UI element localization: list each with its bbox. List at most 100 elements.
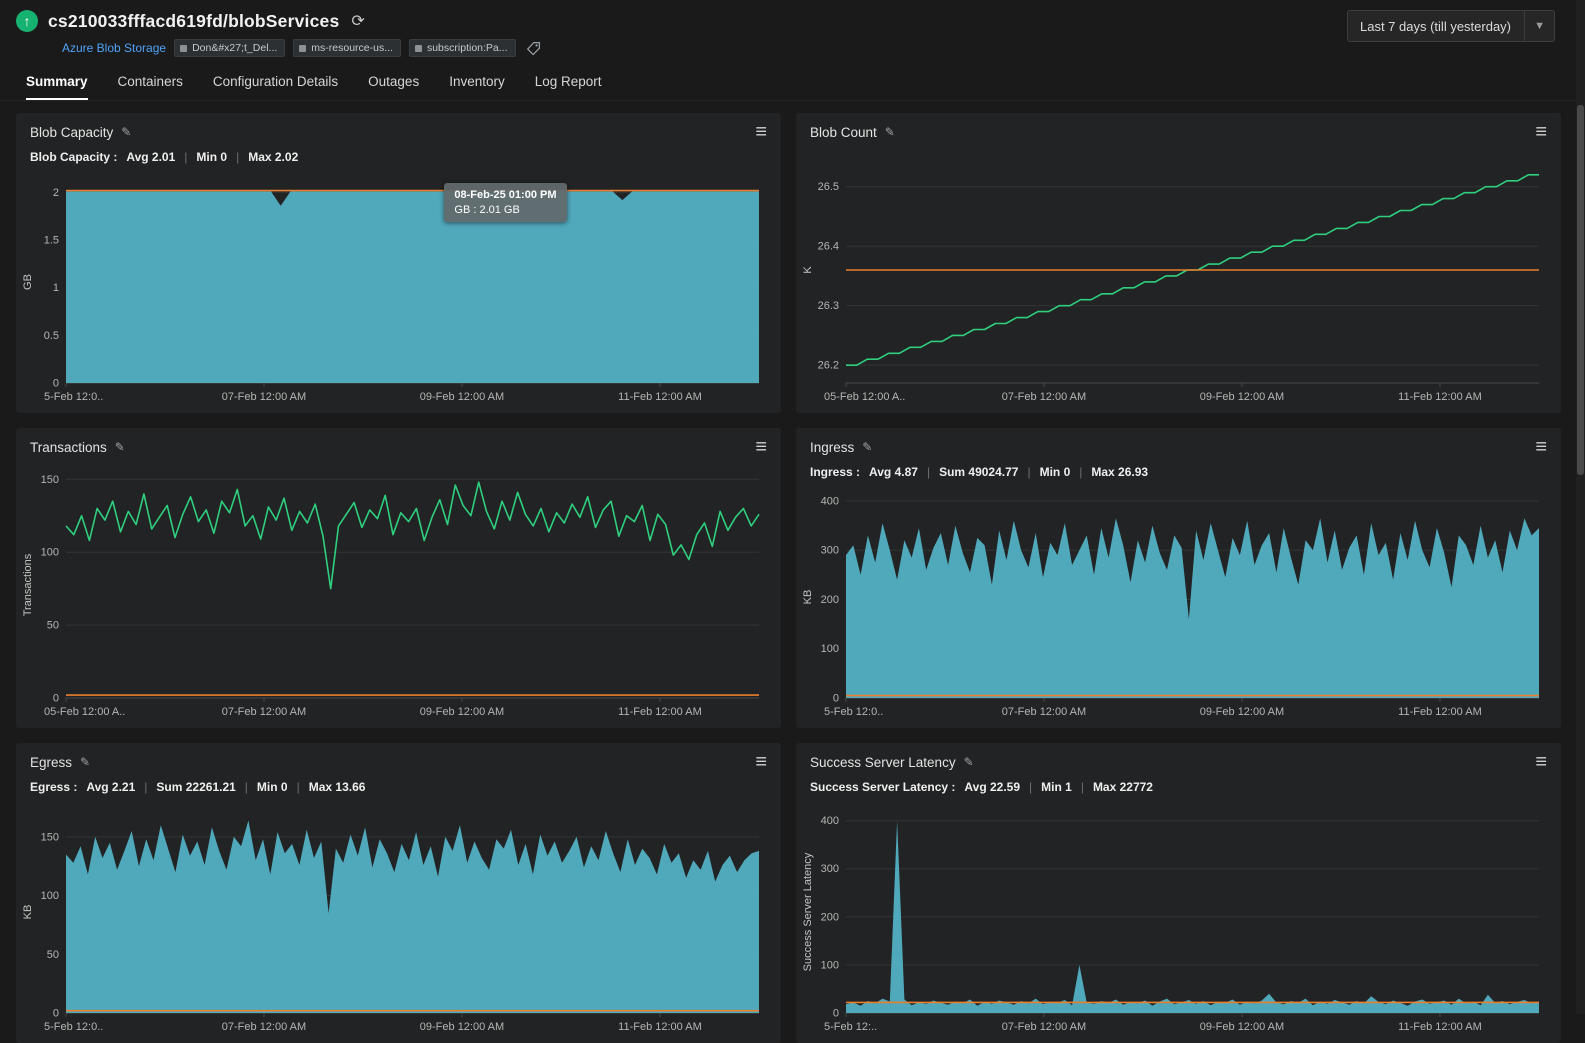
svg-text:0.5: 0.5: [44, 330, 59, 342]
blob-count-chart[interactable]: 26.226.326.426.505-Feb 12:00 A..07-Feb 1…: [800, 147, 1551, 409]
svg-text:26.2: 26.2: [818, 360, 839, 372]
monitor-up-status-icon: ↑: [16, 10, 38, 32]
panel-title: Blob Count: [810, 125, 877, 140]
tab-log-report[interactable]: Log Report: [535, 74, 602, 100]
svg-text:0: 0: [833, 693, 839, 705]
chart-menu-icon[interactable]: ≡: [1535, 439, 1547, 455]
tag-chip[interactable]: subscription:Pa...: [409, 39, 516, 57]
monitor-type-link[interactable]: Azure Blob Storage: [62, 41, 166, 55]
svg-text:5-Feb 12:..: 5-Feb 12:..: [824, 1021, 877, 1033]
svg-text:09-Feb 12:00 AM: 09-Feb 12:00 AM: [420, 391, 504, 403]
svg-text:07-Feb 12:00 AM: 07-Feb 12:00 AM: [222, 391, 306, 403]
svg-text:K: K: [802, 266, 814, 274]
page-title: cs210033fffacd619fd/blobServices: [48, 11, 339, 32]
refresh-icon[interactable]: ⟳: [351, 11, 364, 31]
svg-text:07-Feb 12:00 AM: 07-Feb 12:00 AM: [222, 706, 306, 718]
svg-text:Transactions: Transactions: [22, 553, 34, 616]
egress-chart[interactable]: 0501001505-Feb 12:0..07-Feb 12:00 AM09-F…: [20, 801, 771, 1039]
svg-text:KB: KB: [802, 590, 814, 605]
svg-text:KB: KB: [22, 905, 34, 920]
success-server-latency-chart[interactable]: 01002003004005-Feb 12:..07-Feb 12:00 AM0…: [800, 801, 1551, 1039]
edit-icon[interactable]: ✎: [862, 440, 872, 454]
tag-chip-label: ms-resource-us...: [311, 42, 393, 54]
svg-text:11-Feb 12:00 AM: 11-Feb 12:00 AM: [618, 391, 702, 403]
panel-success-server-latency: Success Server Latency ✎ ≡ Success Serve…: [796, 743, 1561, 1043]
svg-text:05-Feb 12:00 A..: 05-Feb 12:00 A..: [44, 706, 125, 718]
svg-text:07-Feb 12:00 AM: 07-Feb 12:00 AM: [1002, 706, 1086, 718]
panel-blob-count: Blob Count ✎ ≡ 26.226.326.426.505-Feb 12…: [796, 113, 1561, 413]
ingress-chart[interactable]: 0 100 200 300 400 5-Feb 12:0.. 07-Feb 12:00 AM…: [800, 486, 1551, 724]
chart-menu-icon[interactable]: ≡: [755, 124, 767, 140]
svg-text:26.4: 26.4: [818, 241, 839, 253]
svg-text:50: 50: [47, 620, 59, 632]
meta-row: Azure Blob Storage Don&#x27;t_Del... ms-…: [62, 39, 541, 57]
tag-chip-label: Don&#x27;t_Del...: [192, 42, 277, 54]
panel-egress: Egress ✎ ≡ Egress :Avg 2.21|Sum 22261.21…: [16, 743, 781, 1043]
panel-transactions: Transactions ✎ ≡ 05010015005-Feb 12:00 A…: [16, 428, 781, 728]
svg-text:5-Feb 12:0..: 5-Feb 12:0..: [44, 391, 103, 403]
svg-text:0: 0: [53, 693, 59, 705]
svg-text:100: 100: [821, 643, 839, 655]
svg-text:07-Feb 12:00 AM: 07-Feb 12:00 AM: [222, 1021, 306, 1033]
panel-title: Egress: [30, 755, 72, 770]
svg-text:11-Feb 12:00 AM: 11-Feb 12:00 AM: [618, 706, 702, 718]
svg-text:300: 300: [821, 863, 839, 875]
svg-text:200: 200: [821, 594, 839, 606]
chevron-down-icon: ▼: [1524, 11, 1554, 41]
tab-containers[interactable]: Containers: [118, 74, 183, 100]
title-block: ↑ cs210033fffacd619fd/blobServices ⟳ Azu…: [16, 10, 541, 57]
panel-title: Blob Capacity: [30, 125, 113, 140]
panel-title: Transactions: [30, 440, 107, 455]
edit-icon[interactable]: ✎: [115, 440, 125, 454]
chip-icon: [299, 45, 306, 52]
blob-capacity-chart[interactable]: 00.511.525-Feb 12:0..07-Feb 12:00 AM09-F…: [20, 171, 771, 409]
tab-configuration-details[interactable]: Configuration Details: [213, 74, 338, 100]
page-scrollbar[interactable]: [1576, 0, 1585, 1014]
chart-menu-icon[interactable]: ≡: [755, 439, 767, 455]
tab-outages[interactable]: Outages: [368, 74, 419, 100]
tab-inventory[interactable]: Inventory: [449, 74, 505, 100]
svg-text:0: 0: [53, 378, 59, 390]
up-arrow-icon: ↑: [24, 13, 31, 29]
svg-text:26.5: 26.5: [818, 181, 839, 193]
transactions-chart[interactable]: 05010015005-Feb 12:00 A..07-Feb 12:00 AM…: [20, 462, 771, 724]
svg-text:Success Server Latency: Success Server Latency: [802, 852, 814, 971]
chart-menu-icon[interactable]: ≡: [1535, 124, 1547, 140]
tag-icon[interactable]: [526, 41, 541, 56]
svg-text:11-Feb 12:00 AM: 11-Feb 12:00 AM: [1398, 391, 1482, 403]
panel-title: Ingress: [810, 440, 854, 455]
tag-chip[interactable]: ms-resource-us...: [293, 39, 401, 57]
svg-text:GB: GB: [22, 274, 34, 290]
tag-chip[interactable]: Don&#x27;t_Del...: [174, 39, 285, 57]
chart-stats: Egress :Avg 2.21|Sum 22261.21|Min 0|Max …: [16, 777, 781, 801]
svg-text:11-Feb 12:00 AM: 11-Feb 12:00 AM: [1398, 706, 1482, 718]
svg-text:5-Feb 12:0..: 5-Feb 12:0..: [824, 706, 883, 718]
svg-text:11-Feb 12:00 AM: 11-Feb 12:00 AM: [618, 1021, 702, 1033]
svg-text:100: 100: [41, 547, 59, 559]
chart-menu-icon[interactable]: ≡: [1535, 754, 1547, 770]
svg-text:100: 100: [41, 890, 59, 902]
svg-text:09-Feb 12:00 AM: 09-Feb 12:00 AM: [1200, 391, 1284, 403]
time-range-label: Last 7 days (till yesterday): [1348, 19, 1524, 34]
svg-text:07-Feb 12:00 AM: 07-Feb 12:00 AM: [1002, 391, 1086, 403]
time-range-dropdown[interactable]: Last 7 days (till yesterday) ▼: [1347, 10, 1555, 42]
panel-title: Success Server Latency: [810, 755, 956, 770]
panel-blob-capacity: Blob Capacity ✎ ≡ Blob Capacity :Avg 2.0…: [16, 113, 781, 413]
svg-text:200: 200: [821, 911, 839, 923]
chart-menu-icon[interactable]: ≡: [755, 754, 767, 770]
svg-text:400: 400: [821, 815, 839, 827]
edit-icon[interactable]: ✎: [121, 125, 131, 139]
edit-icon[interactable]: ✎: [80, 755, 90, 769]
svg-text:100: 100: [821, 959, 839, 971]
svg-text:150: 150: [41, 831, 59, 843]
svg-text:400: 400: [821, 495, 839, 507]
svg-text:300: 300: [821, 545, 839, 557]
edit-icon[interactable]: ✎: [885, 125, 895, 139]
edit-icon[interactable]: ✎: [964, 755, 974, 769]
svg-text:09-Feb 12:00 AM: 09-Feb 12:00 AM: [420, 706, 504, 718]
scrollbar-thumb[interactable]: [1577, 105, 1584, 475]
panel-ingress: Ingress ✎ ≡ Ingress :Avg 4.87|Sum 49024.…: [796, 428, 1561, 728]
chip-icon: [415, 45, 422, 52]
chart-stats: Success Server Latency :Avg 22.59|Min 1|…: [796, 777, 1561, 801]
tab-summary[interactable]: Summary: [26, 74, 88, 100]
